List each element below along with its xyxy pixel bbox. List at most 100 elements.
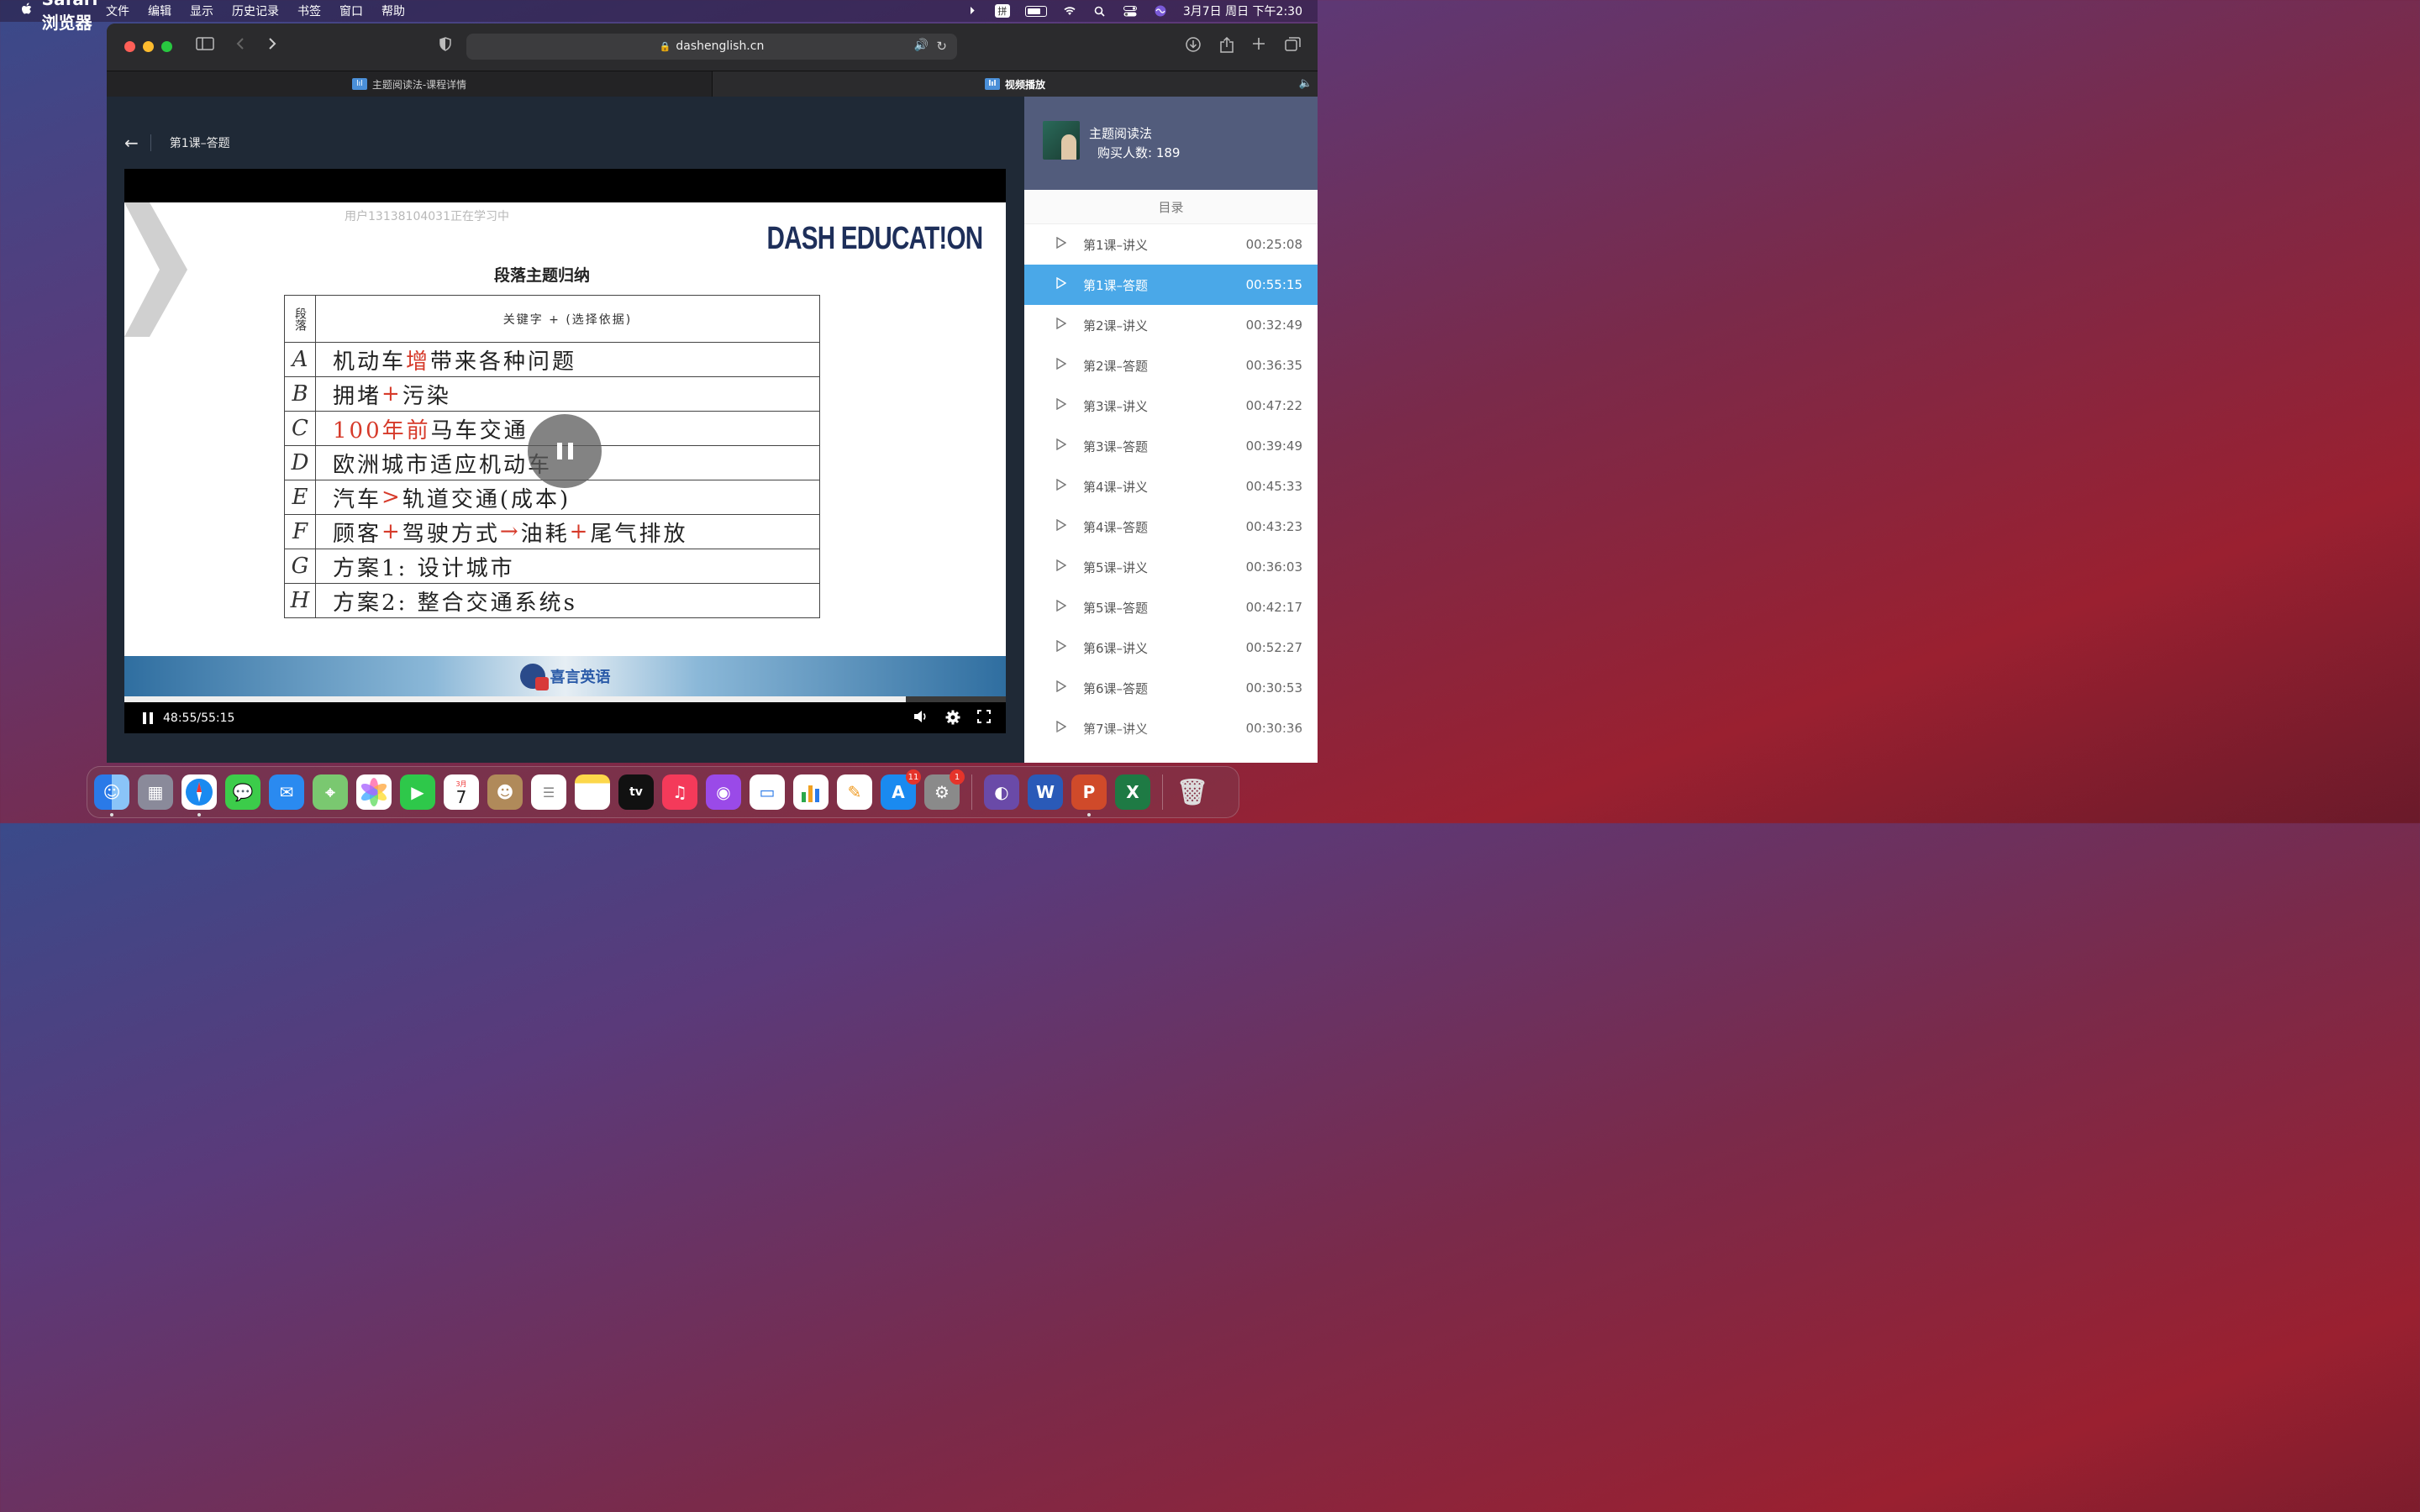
finder-icon[interactable]: ☺ xyxy=(94,774,129,816)
lesson-item[interactable]: 第2课–讲义 00:32:49 xyxy=(1024,305,1318,345)
lesson-duration: 00:39:49 xyxy=(1245,438,1302,454)
sidebar-toggle-icon[interactable] xyxy=(196,37,214,55)
podcasts-icon[interactable]: ◉ xyxy=(706,774,741,810)
messages-icon[interactable]: 💬 xyxy=(225,774,260,810)
tab-mute-icon[interactable]: 🔈 xyxy=(1299,77,1313,90)
menubar-clock[interactable]: 3月7日 周日 下午2:30 xyxy=(1183,3,1302,19)
address-bar[interactable]: 🔒 dashenglish.cn 🔊 ↻ xyxy=(466,34,957,60)
pause-button[interactable] xyxy=(143,711,153,724)
video-player[interactable]: 用户13138104031正在学习中 DASH EDUCAT!ON 段落主题归纳… xyxy=(124,169,1006,733)
menu-file[interactable]: 文件 xyxy=(106,3,129,19)
slide-table-header: 段落 关键字 + (选择依据) xyxy=(285,296,819,343)
lesson-item[interactable]: 第5课–讲义 00:36:03 xyxy=(1024,547,1318,587)
control-center-icon[interactable] xyxy=(1123,5,1138,17)
photos-icon[interactable] xyxy=(356,774,392,810)
now-playing-icon[interactable]: ⏵ xyxy=(965,5,980,18)
volume-icon[interactable] xyxy=(913,710,929,729)
lesson-item[interactable]: 第5课–答题 00:42:17 xyxy=(1024,587,1318,627)
apple-tv-icon[interactable]: tv xyxy=(618,774,654,810)
maps-icon[interactable]: ⌖ xyxy=(313,774,348,810)
tab-audio-icon[interactable]: 🔊 xyxy=(914,39,929,52)
lesson-duration: 00:43:23 xyxy=(1245,519,1302,534)
lesson-item[interactable]: 第1课–讲义 00:25:08 xyxy=(1024,224,1318,265)
keyword-fragment: → xyxy=(499,519,521,544)
tab-course-details[interactable]: lıl 主题阅读法-课程详情 xyxy=(107,71,713,97)
menu-history[interactable]: 历史记录 xyxy=(232,3,279,19)
keynote-icon[interactable]: ▭ xyxy=(750,774,785,810)
lesson-item[interactable]: 第4课–讲义 00:45:33 xyxy=(1024,466,1318,507)
window-controls xyxy=(124,41,172,52)
system-preferences-icon[interactable]: ⚙ 1 xyxy=(924,769,965,810)
header-keywords: 关键字 + (选择依据) xyxy=(502,312,633,327)
facetime-icon[interactable]: ▶ xyxy=(400,774,435,810)
tab-video-playback[interactable]: lıl 视频播放 xyxy=(713,71,1318,97)
keyword-fragment: 机动车 xyxy=(333,349,407,375)
lesson-label: 第1课–讲义 xyxy=(1083,237,1149,253)
notes-icon[interactable] xyxy=(575,774,610,810)
github-desktop-icon[interactable]: ◐ xyxy=(984,774,1019,810)
lesson-item[interactable]: 第6课–答题 00:30:53 xyxy=(1024,668,1318,708)
reminders-icon[interactable]: ☰ xyxy=(531,774,566,810)
numbers-icon[interactable] xyxy=(793,774,829,810)
menu-app-name[interactable]: Safari浏览器 xyxy=(42,0,98,33)
word-icon[interactable]: W xyxy=(1028,774,1063,810)
calendar-day: 7 xyxy=(455,786,467,807)
video-progress-bar[interactable] xyxy=(124,696,1006,702)
settings-gear-icon[interactable] xyxy=(945,710,960,729)
dock-separator xyxy=(1162,774,1163,810)
safari-icon[interactable] xyxy=(182,774,217,816)
siri-icon[interactable] xyxy=(1153,5,1168,17)
privacy-shield-icon[interactable] xyxy=(439,37,451,55)
battery-icon[interactable] xyxy=(1024,5,1047,17)
downloads-icon[interactable] xyxy=(1186,37,1201,56)
play-icon xyxy=(1056,559,1068,575)
slide-footer-band: 喜言英语 xyxy=(124,656,1006,696)
play-icon xyxy=(1056,478,1068,494)
pause-overlay-button[interactable] xyxy=(528,414,602,488)
lesson-item[interactable]: 第2课–答题 00:36:35 xyxy=(1024,345,1318,386)
lesson-item[interactable]: 第3课–答题 00:39:49 xyxy=(1024,426,1318,466)
apple-menu-icon[interactable] xyxy=(18,3,35,19)
input-method-icon[interactable]: 拼 xyxy=(994,4,1010,18)
powerpoint-icon[interactable]: P xyxy=(1071,774,1107,816)
tab-label: 主题阅读法-课程详情 xyxy=(371,78,467,91)
music-icon[interactable]: ♫ xyxy=(662,774,697,810)
close-window-button[interactable] xyxy=(124,41,135,52)
spotlight-search-icon[interactable] xyxy=(1092,5,1107,17)
new-tab-icon[interactable] xyxy=(1252,37,1265,55)
pages-icon[interactable]: ✎ xyxy=(837,774,872,810)
back-nav-icon[interactable] xyxy=(236,37,245,55)
header-paragraph: 段落 xyxy=(285,296,316,342)
trash-icon[interactable]: 🗑 xyxy=(1175,774,1210,810)
zoom-window-button[interactable] xyxy=(161,41,172,52)
excel-icon[interactable]: X xyxy=(1115,774,1150,810)
lesson-item[interactable]: 第6课–讲义 00:52:27 xyxy=(1024,627,1318,668)
play-icon xyxy=(1056,518,1068,534)
forward-nav-icon[interactable] xyxy=(268,37,276,55)
mail-icon[interactable]: ✉ xyxy=(269,774,304,810)
launchpad-icon[interactable]: ▦ xyxy=(138,774,173,810)
app-store-icon[interactable]: A 11 xyxy=(881,769,921,810)
lesson-label: 第1课–答题 xyxy=(1083,277,1149,293)
menu-help[interactable]: 帮助 xyxy=(381,3,405,19)
wifi-icon[interactable] xyxy=(1062,5,1077,17)
lesson-item[interactable]: 第3课–讲义 00:47:22 xyxy=(1024,386,1318,426)
tab-overview-icon[interactable] xyxy=(1285,37,1301,55)
keyword-fragment: 汽车 xyxy=(333,486,382,512)
menu-window[interactable]: 窗口 xyxy=(339,3,363,19)
slide-title: 段落主题归纳 xyxy=(494,266,591,285)
reload-icon[interactable]: ↻ xyxy=(936,39,947,54)
fullscreen-icon[interactable] xyxy=(977,710,991,729)
share-icon[interactable] xyxy=(1220,36,1234,57)
menu-bookmarks[interactable]: 书签 xyxy=(297,3,321,19)
lesson-item[interactable]: 第4课–答题 00:43:23 xyxy=(1024,507,1318,547)
menu-edit[interactable]: 编辑 xyxy=(148,3,171,19)
lesson-item[interactable]: 第1课–答题 00:55:15 xyxy=(1024,265,1318,305)
tab-bar: lıl 主题阅读法-课程详情 lıl 视频播放 🔈 xyxy=(107,71,1318,97)
lesson-label: 第3课–讲义 xyxy=(1083,398,1149,414)
minimize-window-button[interactable] xyxy=(143,41,154,52)
calendar-icon[interactable]: 3月 7 xyxy=(444,774,479,810)
contacts-icon[interactable]: ☻ xyxy=(487,774,523,810)
back-arrow-icon[interactable]: ← xyxy=(124,133,139,153)
menu-view[interactable]: 显示 xyxy=(190,3,213,19)
